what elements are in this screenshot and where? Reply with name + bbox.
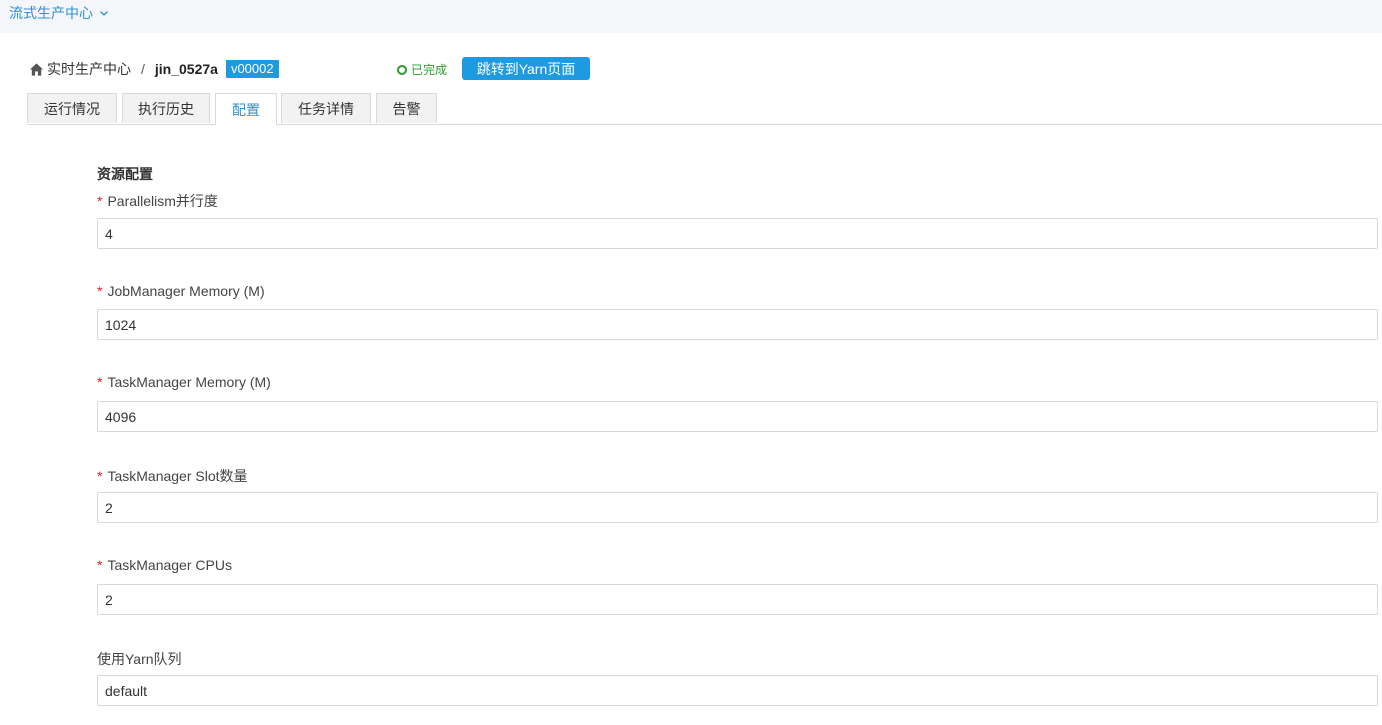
required-marker: * bbox=[97, 283, 103, 299]
tab-task-details[interactable]: 任务详情 bbox=[281, 93, 371, 123]
jobmanager-memory-label: * JobManager Memory (M) bbox=[97, 283, 265, 299]
parallelism-label: * Parallelism并行度 bbox=[97, 193, 218, 209]
required-marker: * bbox=[97, 468, 103, 484]
yarn-queue-label: 使用Yarn队列 bbox=[97, 651, 182, 667]
chevron-down-icon bbox=[100, 11, 108, 16]
tab-bar: 运行情况 执行历史 配置 任务详情 告警 bbox=[27, 93, 1382, 125]
breadcrumb: 实时生产中心 / jin_0527a v00002 bbox=[29, 57, 729, 81]
required-marker: * bbox=[97, 193, 103, 209]
taskmanager-cpus-label: * TaskManager CPUs bbox=[97, 557, 232, 573]
yarn-queue-input[interactable] bbox=[97, 675, 1378, 706]
parallelism-input[interactable] bbox=[97, 218, 1378, 249]
breadcrumb-home[interactable]: 实时生产中心 bbox=[47, 59, 131, 79]
required-marker: * bbox=[97, 557, 103, 573]
version-badge: v00002 bbox=[225, 60, 279, 78]
app-switcher[interactable]: 流式生产中心 bbox=[9, 4, 109, 22]
app-name: 流式生产中心 bbox=[9, 5, 93, 21]
tab-alerts[interactable]: 告警 bbox=[376, 93, 437, 123]
taskmanager-memory-label: * TaskManager Memory (M) bbox=[97, 374, 271, 390]
breadcrumb-separator: / bbox=[141, 61, 145, 77]
taskmanager-slots-label: * TaskManager Slot数量 bbox=[97, 468, 248, 484]
tab-config[interactable]: 配置 bbox=[215, 93, 277, 125]
taskmanager-memory-input[interactable] bbox=[97, 401, 1378, 432]
status-indicator: 已完成 bbox=[397, 61, 447, 78]
top-bar: 流式生产中心 bbox=[0, 0, 1382, 33]
job-name: jin_0527a bbox=[154, 61, 218, 77]
status-dot-icon bbox=[397, 64, 407, 75]
home-icon bbox=[29, 62, 44, 76]
required-marker: * bbox=[97, 374, 103, 390]
tab-execution-history[interactable]: 执行历史 bbox=[122, 93, 210, 123]
taskmanager-cpus-input[interactable] bbox=[97, 584, 1378, 615]
jobmanager-memory-input[interactable] bbox=[97, 309, 1378, 340]
status-label: 已完成 bbox=[411, 63, 448, 77]
taskmanager-slots-input[interactable] bbox=[97, 492, 1378, 523]
section-title: 资源配置 bbox=[97, 166, 153, 182]
tab-run-status[interactable]: 运行情况 bbox=[27, 93, 117, 123]
goto-yarn-button[interactable]: 跳转到Yarn页面 bbox=[462, 57, 590, 80]
